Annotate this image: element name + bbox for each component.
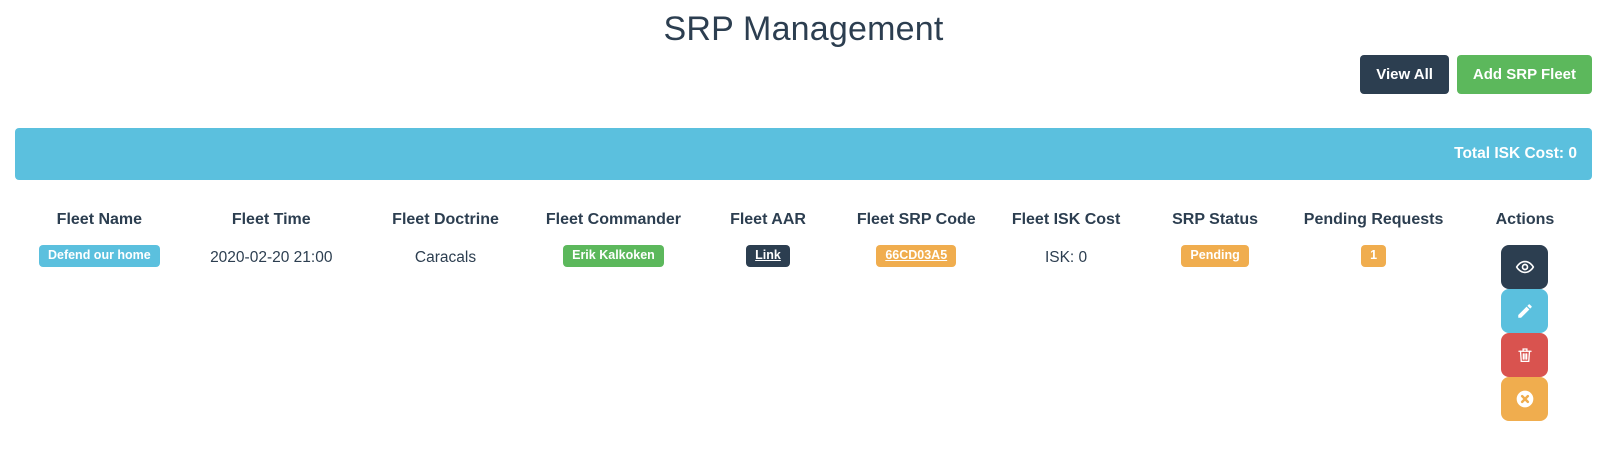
close-srp-fleet-button[interactable] [1501, 377, 1548, 421]
eye-icon [1515, 257, 1535, 277]
fleet-name-badge: Defend our home [39, 245, 160, 267]
total-isk-cost-banner: Total ISK Cost: 0 [15, 128, 1592, 180]
col-header-fleet-name: Fleet Name [15, 203, 184, 237]
fleet-time-cell: 2020-02-20 21:00 [184, 237, 359, 429]
page-title: SRP Management [15, 10, 1592, 49]
col-header-fleet-commander: Fleet Commander [532, 203, 694, 237]
col-header-pending-requests: Pending Requests [1289, 203, 1458, 237]
table-row: Defend our home 2020-02-20 21:00 Caracal… [15, 237, 1592, 429]
fleet-doctrine-cell: Caracals [359, 237, 532, 429]
col-header-fleet-aar: Fleet AAR [695, 203, 842, 237]
trash-icon [1516, 346, 1534, 364]
table-header-row: Fleet Name Fleet Time Fleet Doctrine Fle… [15, 203, 1592, 237]
toolbar: View All Add SRP Fleet [15, 55, 1592, 94]
srp-status-badge: Pending [1181, 245, 1248, 267]
col-header-actions: Actions [1458, 203, 1592, 237]
srp-fleet-table: Fleet Name Fleet Time Fleet Doctrine Fle… [15, 203, 1592, 429]
fleet-aar-link[interactable]: Link [746, 245, 790, 267]
fleet-srp-code-link[interactable]: 66CD03A5 [876, 245, 956, 267]
col-header-srp-status: SRP Status [1141, 203, 1289, 237]
actions-stack [1466, 245, 1584, 421]
delete-fleet-button[interactable] [1501, 333, 1548, 377]
times-circle-icon [1515, 389, 1535, 409]
srp-management-page: SRP Management View All Add SRP Fleet To… [0, 10, 1607, 429]
col-header-fleet-isk-cost: Fleet ISK Cost [991, 203, 1141, 237]
col-header-fleet-srp-code: Fleet SRP Code [841, 203, 991, 237]
col-header-fleet-time: Fleet Time [184, 203, 359, 237]
fleet-commander-badge: Erik Kalkoken [563, 245, 664, 267]
add-srp-fleet-button[interactable]: Add SRP Fleet [1457, 55, 1592, 94]
pencil-icon [1516, 302, 1534, 320]
col-header-fleet-doctrine: Fleet Doctrine [359, 203, 532, 237]
pending-requests-badge: 1 [1361, 245, 1386, 267]
view-fleet-button[interactable] [1501, 245, 1548, 289]
view-all-button[interactable]: View All [1360, 55, 1449, 94]
fleet-isk-cost-cell: ISK: 0 [991, 237, 1141, 429]
total-isk-cost-label: Total ISK Cost: 0 [1454, 145, 1577, 163]
edit-fleet-button[interactable] [1501, 289, 1548, 333]
